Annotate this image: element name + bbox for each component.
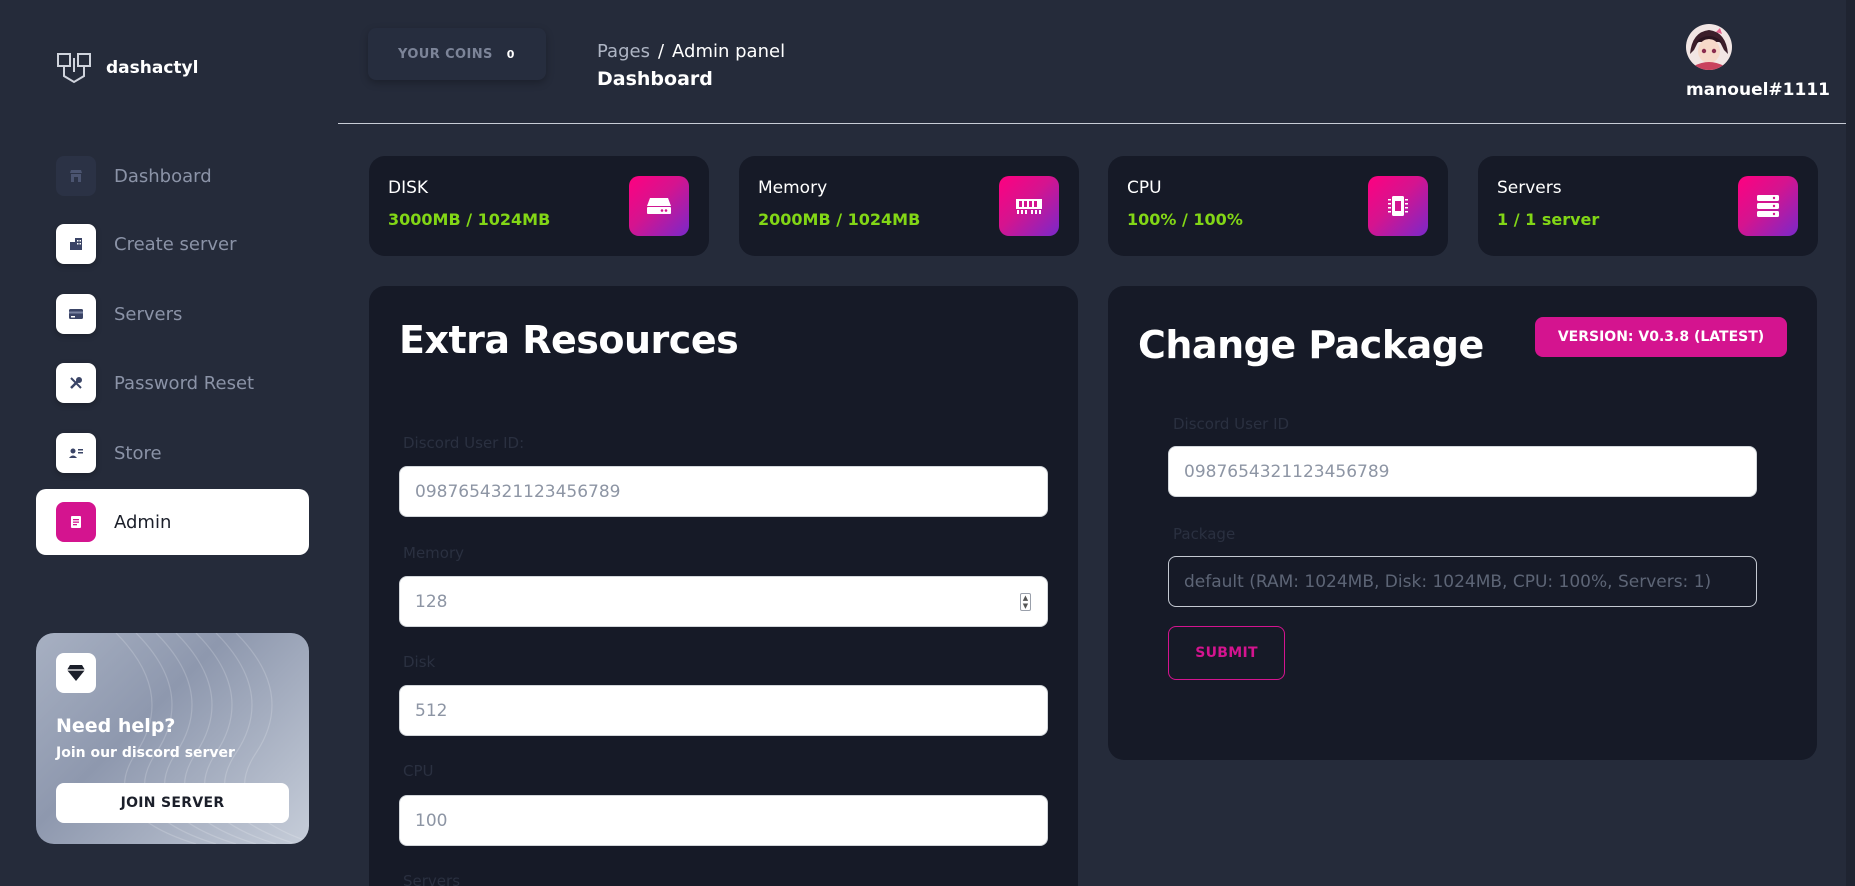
stat-title: DISK (388, 178, 429, 198)
sidebar: dashactyl Dashboard Create server Server… (0, 0, 338, 886)
stat-value: 100% / 100% (1127, 210, 1243, 229)
field-label: Discord User ID: (403, 434, 525, 452)
stat-card-memory: Memory 2000MB / 1024MB (739, 156, 1079, 256)
submit-button[interactable]: SUBMIT (1168, 626, 1285, 680)
hard-drive-icon (629, 176, 689, 236)
disk-input[interactable]: 512 (399, 685, 1048, 736)
brand-logo-icon (57, 53, 91, 84)
user-card-icon (56, 433, 96, 473)
coins-label: YOUR COINS (398, 46, 493, 62)
number-stepper[interactable]: ▲ ▼ (1020, 593, 1031, 611)
field-label: Memory (403, 544, 465, 562)
package-discord-user-id-input[interactable]: 0987654321123456789 (1168, 446, 1757, 497)
discord-user-id-input[interactable]: 0987654321123456789 (399, 466, 1048, 517)
coins-badge: YOUR COINS 0 (368, 28, 546, 80)
sidebar-item-servers[interactable]: Servers (36, 281, 309, 347)
help-subtitle: Join our discord server (56, 745, 235, 761)
sidebar-item-create-server[interactable]: Create server (36, 211, 309, 277)
stat-card-servers: Servers 1 / 1 server (1478, 156, 1818, 256)
stat-card-cpu: CPU 100% / 100% (1108, 156, 1448, 256)
sidebar-item-label: Dashboard (114, 165, 212, 187)
scrollbar[interactable] (1846, 0, 1855, 886)
sidebar-item-store[interactable]: Store (36, 420, 309, 486)
sidebar-item-label: Servers (114, 303, 183, 325)
stat-value: 1 / 1 server (1497, 210, 1600, 229)
sidebar-item-label: Store (114, 442, 162, 464)
package-select[interactable]: default (RAM: 1024MB, Disk: 1024MB, CPU:… (1168, 556, 1757, 607)
diamond-icon (56, 653, 96, 693)
sidebar-item-dashboard[interactable]: Dashboard (36, 143, 309, 209)
coins-value: 0 (506, 47, 515, 61)
breadcrumb-current: Admin panel (672, 41, 786, 62)
stat-title: Memory (758, 178, 828, 198)
input-placeholder: 100 (415, 810, 448, 831)
sidebar-item-label: Admin (114, 511, 172, 533)
memory-icon (999, 176, 1059, 236)
cpu-icon (1368, 176, 1428, 236)
stat-title: Servers (1497, 178, 1562, 198)
credit-card-icon (56, 294, 96, 334)
stat-value: 2000MB / 1024MB (758, 210, 921, 229)
input-placeholder: 512 (415, 700, 448, 721)
input-placeholder: 0987654321123456789 (415, 481, 621, 502)
stat-card-disk: DISK 3000MB / 1024MB (369, 156, 709, 256)
brand[interactable]: dashactyl (56, 50, 198, 86)
field-label: Discord User ID (1173, 415, 1290, 433)
username[interactable]: manouel#1111 (1686, 80, 1830, 100)
field-label: Servers (403, 872, 461, 886)
join-server-button[interactable]: JOIN SERVER (56, 783, 289, 823)
cpu-input[interactable]: 100 (399, 795, 1048, 846)
extra-resources-title: Extra Resources (399, 318, 739, 362)
document-icon (56, 502, 96, 542)
memory-input[interactable]: 128 ▲ ▼ (399, 576, 1048, 627)
sidebar-item-label: Password Reset (114, 372, 255, 394)
sidebar-item-label: Create server (114, 233, 237, 255)
breadcrumb-parent[interactable]: Pages (597, 41, 650, 62)
avatar[interactable] (1686, 24, 1732, 70)
help-title: Need help? (56, 715, 176, 737)
brand-name: dashactyl (106, 58, 199, 78)
field-label: Disk (403, 653, 436, 671)
field-label: Package (1173, 525, 1236, 543)
sidebar-item-admin[interactable]: Admin (36, 489, 309, 555)
select-value: default (RAM: 1024MB, Disk: 1024MB, CPU:… (1184, 571, 1712, 592)
page-title: Dashboard (597, 68, 713, 90)
change-package-title: Change Package (1138, 323, 1484, 367)
office-icon (56, 224, 96, 264)
shop-icon (56, 156, 96, 196)
field-label: CPU (403, 762, 434, 780)
help-card: Need help? Join our discord server JOIN … (36, 633, 309, 844)
settings-tools-icon (56, 363, 96, 403)
sidebar-item-password-reset[interactable]: Password Reset (36, 350, 309, 416)
input-placeholder: 128 (415, 591, 448, 612)
stat-title: CPU (1127, 178, 1162, 198)
input-placeholder: 0987654321123456789 (1184, 461, 1390, 482)
top-header: YOUR COINS 0 Pages / Admin panel Dashboard… (338, 0, 1846, 124)
stat-value: 3000MB / 1024MB (388, 210, 551, 229)
version-badge[interactable]: VERSION: V0.3.8 (LATEST) (1535, 317, 1787, 357)
breadcrumb: Pages / Admin panel (597, 41, 785, 62)
server-stack-icon (1738, 176, 1798, 236)
breadcrumb-separator: / (657, 41, 665, 62)
